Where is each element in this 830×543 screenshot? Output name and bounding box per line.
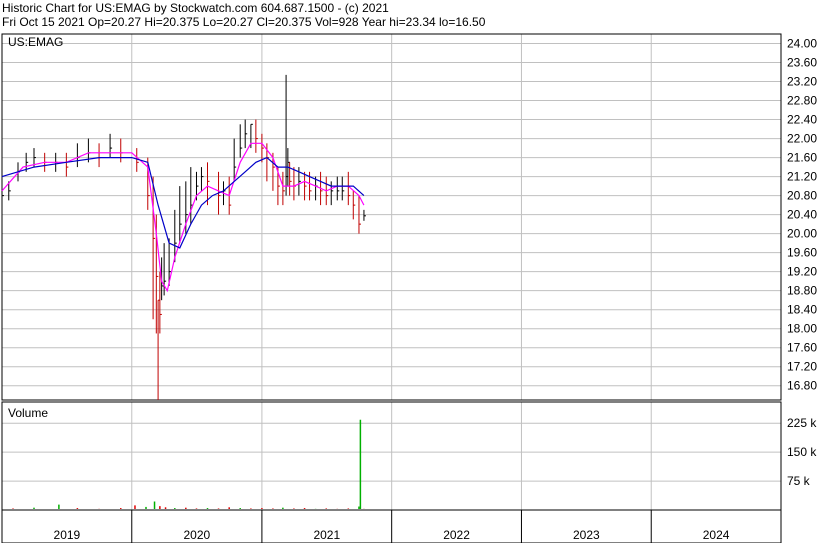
y-tick-label: 20.80 [787,189,817,203]
y-tick-label: 22.80 [787,94,817,108]
y-tick-label: 16.80 [787,379,817,393]
x-tick-label: 2023 [573,528,600,542]
price-bars [1,74,366,400]
y-tick-label: 22.40 [787,113,817,127]
x-tick-label: 2024 [703,528,730,542]
price-panel-title: US:EMAG [8,35,63,49]
y-tick-label: 22.00 [787,132,817,146]
y-tick-label: 20.40 [787,208,817,222]
volume-panel-title: Volume [8,406,48,420]
y-tick-label: 18.40 [787,303,817,317]
volume-tick-label: 225 k [787,416,817,430]
x-tick-label: 2019 [54,528,81,542]
volume-axis-ticks: 225 k 150 k 75 k [787,416,817,488]
y-tick-label: 19.20 [787,265,817,279]
y-tick-label: 23.20 [787,75,817,89]
moving-averages [1,142,365,293]
y-tick-label: 17.60 [787,341,817,355]
stock-chart: US:EMAG Volume 24.00 23.60 23.20 22.80 22.40… [1,33,817,543]
y-tick-label: 21.60 [787,151,817,165]
y-tick-label: 21.20 [787,170,817,184]
y-tick-label: 23.60 [787,56,817,70]
volume-bars [12,419,365,509]
x-tick-label: 2020 [183,528,210,542]
y-tick-label: 18.00 [787,322,817,336]
x-tick-label: 2022 [443,528,470,542]
chart-grid [2,34,781,543]
x-tick-label: 2021 [313,528,340,542]
y-axis-ticks: 24.00 23.60 23.20 22.80 22.40 22.00 21.60 21.20… [787,37,817,393]
volume-tick-label: 150 k [787,445,817,459]
y-tick-label: 18.80 [787,284,817,298]
y-tick-label: 20.00 [787,227,817,241]
y-tick-label: 24.00 [787,37,817,51]
volume-tick-label: 75 k [787,474,811,488]
y-tick-label: 17.20 [787,360,817,374]
y-tick-label: 19.60 [787,246,817,260]
ma-short-line [1,142,365,293]
